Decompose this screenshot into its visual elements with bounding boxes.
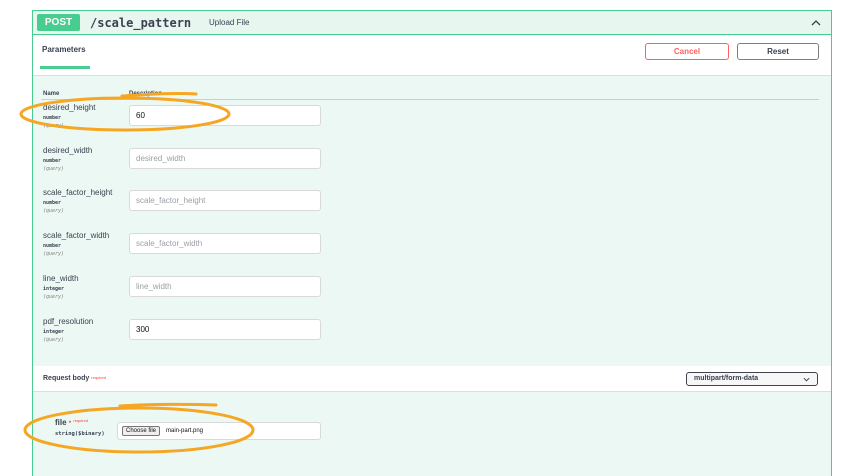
choose-file-button[interactable]: Choose file bbox=[122, 426, 161, 436]
param-name: desired_height bbox=[43, 103, 96, 112]
request-body-header: Request body required multipart/form-data bbox=[33, 366, 831, 392]
required-marker: required bbox=[73, 418, 89, 423]
param-type: number bbox=[43, 158, 62, 164]
content-type-value: multipart/form-data bbox=[694, 375, 759, 382]
desired-width-input[interactable] bbox=[129, 148, 321, 169]
param-type: number bbox=[43, 200, 62, 206]
param-type: number bbox=[43, 243, 62, 249]
param-location: (query) bbox=[43, 208, 65, 214]
column-header-divider bbox=[41, 99, 819, 100]
param-type: number bbox=[43, 115, 62, 121]
param-name: pdf_resolution bbox=[43, 317, 94, 326]
param-type: integer bbox=[43, 329, 65, 335]
cancel-button[interactable]: Cancel bbox=[645, 43, 729, 60]
param-row-line-width: line_width integer (query) bbox=[43, 274, 133, 301]
required-star: * bbox=[68, 421, 72, 427]
content-type-select[interactable]: multipart/form-data bbox=[686, 372, 818, 386]
endpoint-description: Upload File bbox=[209, 18, 250, 27]
param-location: (query) bbox=[43, 294, 65, 300]
param-type: integer bbox=[43, 286, 65, 292]
required-marker: required bbox=[91, 375, 106, 380]
param-location: (query) bbox=[43, 337, 65, 343]
chosen-file-name: main-part.png bbox=[166, 428, 204, 434]
desired-height-input[interactable] bbox=[129, 105, 321, 126]
param-name: line_width bbox=[43, 274, 79, 283]
param-location: (query) bbox=[43, 166, 65, 172]
param-row-desired-width: desired_width number (query) bbox=[43, 146, 133, 173]
column-header-description: Description bbox=[129, 91, 163, 97]
file-param-label: file bbox=[55, 418, 67, 427]
tab-active-indicator bbox=[40, 66, 90, 69]
column-header-name: Name bbox=[43, 91, 60, 97]
tab-parameters[interactable]: Parameters bbox=[42, 45, 86, 54]
parameters-header: Parameters Cancel Reset bbox=[33, 36, 831, 76]
operation-summary[interactable]: POST /scale_pattern Upload File bbox=[33, 11, 831, 35]
param-location: (query) bbox=[43, 123, 65, 129]
request-body-title: Request body required bbox=[43, 375, 106, 382]
request-body-label: Request body bbox=[43, 375, 90, 382]
pdf-resolution-input[interactable] bbox=[129, 319, 321, 340]
param-row-scale-factor-height: scale_factor_height number (query) bbox=[43, 188, 133, 215]
operation-block: POST /scale_pattern Upload File Paramete… bbox=[32, 10, 832, 476]
param-row-scale-factor-width: scale_factor_width number (query) bbox=[43, 231, 133, 258]
param-name: scale_factor_height bbox=[43, 188, 113, 197]
param-row-desired-height: desired_height number (query) bbox=[43, 103, 133, 130]
method-badge: POST bbox=[37, 14, 80, 31]
scale-factor-height-input[interactable] bbox=[129, 190, 321, 211]
line-width-input[interactable] bbox=[129, 276, 321, 297]
file-param-type: string($binary) bbox=[55, 431, 105, 437]
endpoint-path: /scale_pattern bbox=[90, 16, 192, 30]
param-row-pdf-resolution: pdf_resolution integer (query) bbox=[43, 317, 133, 344]
file-param-name: file * required bbox=[55, 418, 88, 427]
file-input[interactable]: Choose file main-part.png bbox=[117, 422, 321, 440]
param-name: desired_width bbox=[43, 146, 93, 155]
param-name: scale_factor_width bbox=[43, 231, 110, 240]
chevron-down-icon bbox=[803, 377, 810, 382]
param-location: (query) bbox=[43, 251, 65, 257]
chevron-up-icon[interactable] bbox=[809, 16, 823, 30]
scale-factor-width-input[interactable] bbox=[129, 233, 321, 254]
reset-button[interactable]: Reset bbox=[737, 43, 819, 60]
